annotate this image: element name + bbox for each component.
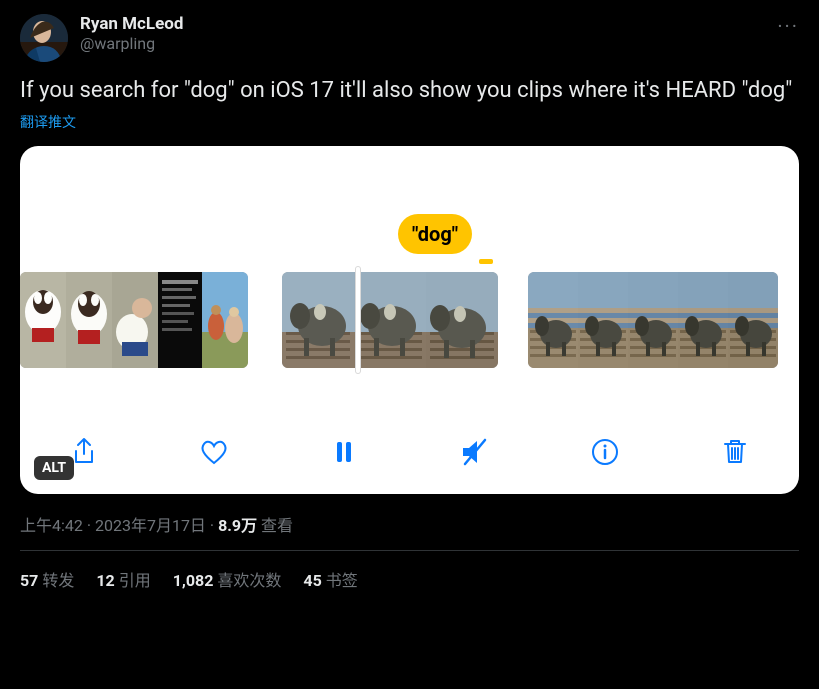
tweet-container: Ryan McLeod @warpling ··· If you search …	[0, 0, 819, 607]
views-label: 查看	[257, 516, 293, 535]
avatar[interactable]	[20, 14, 68, 62]
quotes-stat[interactable]: 12引用	[96, 567, 150, 591]
thumb	[578, 272, 628, 368]
thumb	[426, 272, 498, 368]
pause-icon[interactable]	[324, 432, 364, 472]
thumb	[112, 272, 158, 368]
tweet-text: If you search for "dog" on iOS 17 it'll …	[20, 76, 799, 106]
caption-marker	[479, 259, 493, 264]
thumb	[528, 272, 578, 368]
thumb	[354, 272, 426, 368]
thumb	[158, 272, 202, 368]
clip-group-3[interactable]	[528, 272, 778, 368]
translate-link[interactable]: 翻译推文	[20, 112, 76, 132]
alt-badge[interactable]: ALT	[34, 456, 74, 480]
tweet-header: Ryan McLeod @warpling ···	[20, 14, 799, 62]
tweet-stats: 57转发 12引用 1,082喜欢次数 45书签	[20, 551, 799, 607]
media-attachment[interactable]: "dog"	[20, 146, 799, 494]
info-icon[interactable]	[585, 432, 625, 472]
thumb	[628, 272, 678, 368]
trash-icon[interactable]	[715, 432, 755, 472]
meta-time: 上午4:42	[20, 516, 83, 535]
clip-group-1[interactable]	[20, 272, 248, 368]
clip-gap	[248, 272, 282, 368]
tweet-meta[interactable]: 上午4:42 · 2023年7月17日 · 8.9万 查看	[20, 512, 799, 551]
heart-icon[interactable]	[194, 432, 234, 472]
video-timeline[interactable]	[20, 272, 799, 368]
user-handle: @warpling	[80, 34, 765, 53]
caption-bubble: "dog"	[398, 214, 472, 254]
thumb	[66, 272, 112, 368]
thumb	[728, 272, 778, 368]
views-count: 8.9万	[218, 516, 257, 535]
timeline-playhead[interactable]	[355, 266, 361, 374]
media-toolbar	[20, 432, 799, 472]
user-block[interactable]: Ryan McLeod @warpling	[80, 14, 765, 53]
clip-group-2[interactable]	[282, 272, 498, 368]
bookmarks-stat[interactable]: 45书签	[303, 567, 357, 591]
more-options-icon[interactable]: ···	[777, 14, 799, 36]
thumb	[282, 272, 354, 368]
likes-stat[interactable]: 1,082喜欢次数	[173, 567, 282, 591]
thumb	[20, 272, 66, 368]
clip-gap	[498, 272, 528, 368]
thumb	[202, 272, 248, 368]
meta-date: 2023年7月17日	[95, 516, 206, 535]
display-name: Ryan McLeod	[80, 14, 765, 34]
mute-icon[interactable]	[455, 432, 495, 472]
thumb	[678, 272, 728, 368]
retweets-stat[interactable]: 57转发	[20, 567, 74, 591]
